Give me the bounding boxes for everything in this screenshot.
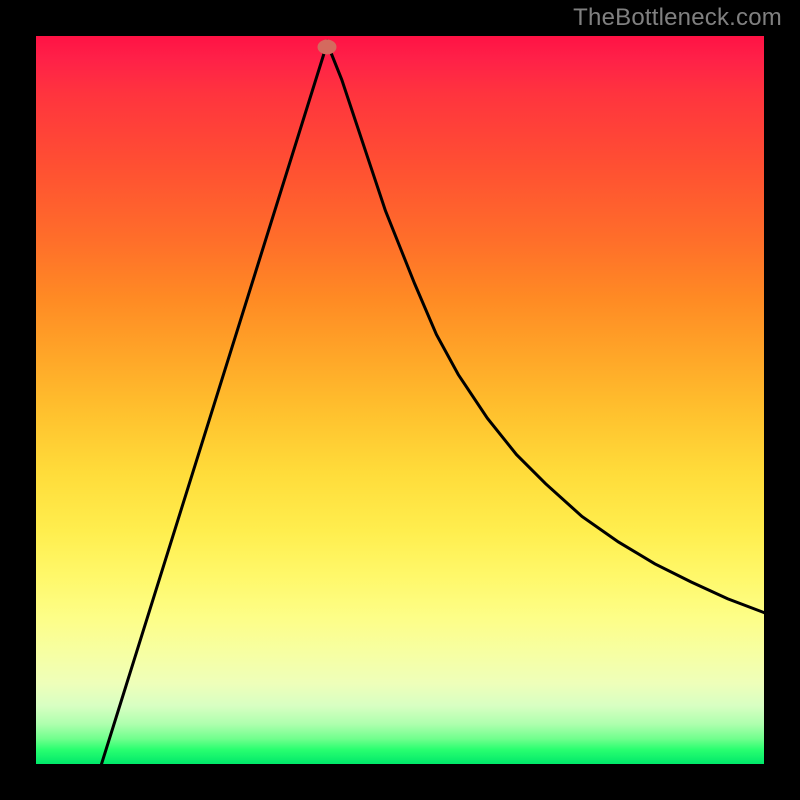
curve-layer (36, 36, 764, 764)
best-fit-marker (318, 39, 337, 54)
bottleneck-curve (102, 43, 764, 764)
chart-container: TheBottleneck.com (0, 0, 800, 800)
watermark-label: TheBottleneck.com (573, 4, 782, 32)
plot-area (36, 36, 764, 764)
